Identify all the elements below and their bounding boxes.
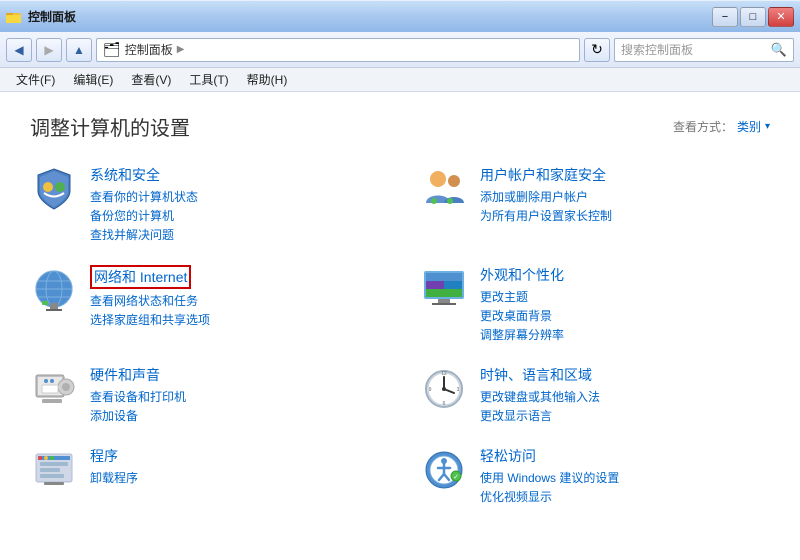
title-bar: 控制面板 − □ ✕ bbox=[0, 0, 800, 32]
menu-edit[interactable]: 编辑(E) bbox=[65, 69, 121, 90]
network-internet-content: 网络和 Internet 查看网络状态和任务 选择家庭组和共享选项 bbox=[90, 265, 380, 330]
accessibility-link-0[interactable]: 使用 Windows 建议的设置 bbox=[480, 469, 770, 486]
title-folder-icon bbox=[6, 9, 22, 25]
hardware-sound-content: 硬件和声音 查看设备和打印机 添加设备 bbox=[90, 365, 380, 426]
category-system-security: 系统和安全 查看你的计算机状态 备份您的计算机 查找并解决问题 bbox=[30, 165, 380, 245]
system-security-icon bbox=[30, 165, 78, 213]
network-internet-icon bbox=[30, 265, 78, 313]
menu-view[interactable]: 查看(V) bbox=[123, 69, 179, 90]
hardware-sound-icon bbox=[30, 365, 78, 413]
page-title: 调整计算机的设置 bbox=[30, 112, 190, 141]
appearance-content: 外观和个性化 更改主题 更改桌面背景 调整屏幕分辨率 bbox=[480, 265, 770, 345]
hardware-sound-link-0[interactable]: 查看设备和打印机 bbox=[90, 388, 380, 405]
appearance-link-2[interactable]: 调整屏幕分辨率 bbox=[480, 326, 770, 343]
view-mode: 查看方式： 类别 ▾ bbox=[673, 118, 770, 135]
user-accounts-content: 用户帐户和家庭安全 添加或删除用户帐户 为所有用户设置家长控制 bbox=[480, 165, 770, 226]
address-box[interactable]: 🗂 控制面板 ▶ bbox=[96, 38, 580, 62]
category-network-internet: 网络和 Internet 查看网络状态和任务 选择家庭组和共享选项 bbox=[30, 265, 380, 345]
appearance-link-1[interactable]: 更改桌面背景 bbox=[480, 307, 770, 324]
page-header: 调整计算机的设置 查看方式： 类别 ▾ bbox=[30, 112, 770, 141]
address-folder-icon: 🗂 bbox=[103, 41, 121, 58]
menu-tools[interactable]: 工具(T) bbox=[181, 69, 236, 90]
svg-text:6: 6 bbox=[443, 401, 446, 407]
network-internet-link-1[interactable]: 选择家庭组和共享选项 bbox=[90, 311, 380, 328]
network-internet-title[interactable]: 网络和 Internet bbox=[90, 265, 191, 289]
appearance-icon bbox=[420, 265, 468, 313]
user-accounts-link-1[interactable]: 为所有用户设置家长控制 bbox=[480, 207, 770, 224]
menu-help[interactable]: 帮助(H) bbox=[239, 69, 296, 90]
categories-grid: 系统和安全 查看你的计算机状态 备份您的计算机 查找并解决问题 用户帐户和家庭安 bbox=[30, 165, 770, 507]
accessibility-icon: ✓ bbox=[420, 446, 468, 494]
category-user-accounts: 用户帐户和家庭安全 添加或删除用户帐户 为所有用户设置家长控制 bbox=[420, 165, 770, 245]
minimize-button[interactable]: − bbox=[712, 7, 738, 27]
address-arrow: ▶ bbox=[177, 44, 185, 55]
view-mode-label: 查看方式： bbox=[673, 118, 733, 135]
svg-text:9: 9 bbox=[429, 387, 432, 393]
title-bar-controls: − □ ✕ bbox=[712, 7, 794, 27]
category-appearance: 外观和个性化 更改主题 更改桌面背景 调整屏幕分辨率 bbox=[420, 265, 770, 345]
accessibility-link-1[interactable]: 优化视频显示 bbox=[480, 488, 770, 505]
search-box[interactable]: 搜索控制面板 🔍 bbox=[614, 38, 794, 62]
view-chevron-icon: ▾ bbox=[765, 121, 770, 132]
search-placeholder: 搜索控制面板 bbox=[621, 41, 767, 58]
system-security-link-0[interactable]: 查看你的计算机状态 bbox=[90, 188, 380, 205]
svg-text:12: 12 bbox=[441, 371, 447, 377]
accessibility-content: 轻松访问 使用 Windows 建议的设置 优化视频显示 bbox=[480, 446, 770, 507]
category-accessibility: ✓ 轻松访问 使用 Windows 建议的设置 优化视频显示 bbox=[420, 446, 770, 507]
menu-bar: 文件(F) 编辑(E) 查看(V) 工具(T) 帮助(H) bbox=[0, 68, 800, 92]
system-security-link-1[interactable]: 备份您的计算机 bbox=[90, 207, 380, 224]
user-accounts-title[interactable]: 用户帐户和家庭安全 bbox=[480, 165, 606, 185]
category-hardware-sound: 硬件和声音 查看设备和打印机 添加设备 bbox=[30, 365, 380, 426]
forward-button[interactable]: ▶ bbox=[36, 38, 62, 62]
svg-text:3: 3 bbox=[457, 387, 460, 393]
programs-content: 程序 卸载程序 bbox=[90, 446, 380, 488]
programs-icon bbox=[30, 446, 78, 494]
programs-title[interactable]: 程序 bbox=[90, 446, 118, 466]
address-bar: ◀ ▶ ▲ 🗂 控制面板 ▶ ↻ 搜索控制面板 🔍 bbox=[0, 32, 800, 68]
hardware-sound-link-1[interactable]: 添加设备 bbox=[90, 407, 380, 424]
accessibility-title[interactable]: 轻松访问 bbox=[480, 446, 536, 466]
network-internet-link-0[interactable]: 查看网络状态和任务 bbox=[90, 292, 380, 309]
search-icon[interactable]: 🔍 bbox=[771, 42, 787, 58]
address-path: 控制面板 bbox=[125, 41, 173, 58]
maximize-button[interactable]: □ bbox=[740, 7, 766, 27]
svg-text:✓: ✓ bbox=[453, 474, 459, 481]
clock-language-content: 时钟、语言和区域 更改键盘或其他输入法 更改显示语言 bbox=[480, 365, 770, 426]
close-button[interactable]: ✕ bbox=[768, 7, 794, 27]
programs-link-0[interactable]: 卸载程序 bbox=[90, 469, 380, 486]
system-security-link-2[interactable]: 查找并解决问题 bbox=[90, 226, 380, 243]
appearance-link-0[interactable]: 更改主题 bbox=[480, 288, 770, 305]
user-accounts-link-0[interactable]: 添加或删除用户帐户 bbox=[480, 188, 770, 205]
title-text: 控制面板 bbox=[28, 8, 76, 25]
system-security-content: 系统和安全 查看你的计算机状态 备份您的计算机 查找并解决问题 bbox=[90, 165, 380, 245]
category-clock-language: 12 3 6 9 时钟、语言和区域 更改键盘或其他输入法 更改显示语言 bbox=[420, 365, 770, 426]
appearance-title[interactable]: 外观和个性化 bbox=[480, 265, 564, 285]
back-button[interactable]: ◀ bbox=[6, 38, 32, 62]
system-security-title[interactable]: 系统和安全 bbox=[90, 165, 160, 185]
user-accounts-icon bbox=[420, 165, 468, 213]
main-content: 调整计算机的设置 查看方式： 类别 ▾ 系统和安全 查看你的计算机状态 bbox=[0, 92, 800, 560]
up-button[interactable]: ▲ bbox=[66, 38, 92, 62]
view-mode-value[interactable]: 类别 bbox=[737, 118, 761, 135]
clock-language-title[interactable]: 时钟、语言和区域 bbox=[480, 365, 592, 385]
refresh-button[interactable]: ↻ bbox=[584, 38, 610, 62]
clock-language-icon: 12 3 6 9 bbox=[420, 365, 468, 413]
clock-language-link-0[interactable]: 更改键盘或其他输入法 bbox=[480, 388, 770, 405]
title-bar-left: 控制面板 bbox=[6, 8, 76, 25]
category-programs: 程序 卸载程序 bbox=[30, 446, 380, 507]
clock-language-link-1[interactable]: 更改显示语言 bbox=[480, 407, 770, 424]
hardware-sound-title[interactable]: 硬件和声音 bbox=[90, 365, 160, 385]
menu-file[interactable]: 文件(F) bbox=[8, 69, 63, 90]
